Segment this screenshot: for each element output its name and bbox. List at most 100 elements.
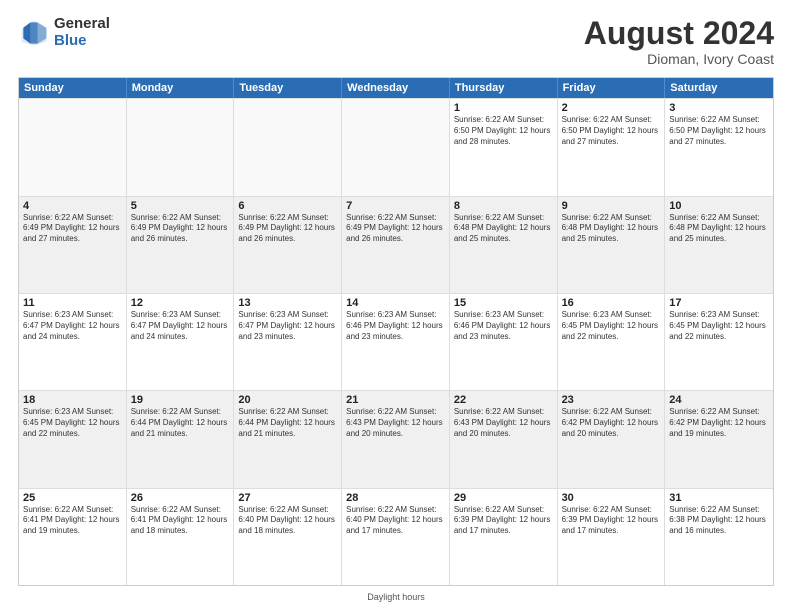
day-number: 10 [669, 200, 769, 212]
calendar-cell: 12Sunrise: 6:23 AM Sunset: 6:47 PM Dayli… [127, 294, 235, 390]
cell-daylight-info: Sunrise: 6:22 AM Sunset: 6:42 PM Dayligh… [562, 407, 661, 439]
cell-daylight-info: Sunrise: 6:22 AM Sunset: 6:39 PM Dayligh… [454, 505, 553, 537]
day-number: 2 [562, 102, 661, 114]
calendar-cell: 25Sunrise: 6:22 AM Sunset: 6:41 PM Dayli… [19, 489, 127, 585]
day-number: 11 [23, 297, 122, 309]
calendar-header: SundayMondayTuesdayWednesdayThursdayFrid… [19, 78, 773, 98]
calendar-cell: 26Sunrise: 6:22 AM Sunset: 6:41 PM Dayli… [127, 489, 235, 585]
cell-daylight-info: Sunrise: 6:23 AM Sunset: 6:47 PM Dayligh… [23, 310, 122, 342]
sub-title: Dioman, Ivory Coast [584, 51, 774, 67]
calendar-cell: 31Sunrise: 6:22 AM Sunset: 6:38 PM Dayli… [665, 489, 773, 585]
calendar-header-day: Sunday [19, 78, 127, 98]
cell-daylight-info: Sunrise: 6:23 AM Sunset: 6:45 PM Dayligh… [23, 407, 122, 439]
cell-daylight-info: Sunrise: 6:22 AM Sunset: 6:38 PM Dayligh… [669, 505, 769, 537]
calendar-cell: 17Sunrise: 6:23 AM Sunset: 6:45 PM Dayli… [665, 294, 773, 390]
calendar-cell: 21Sunrise: 6:22 AM Sunset: 6:43 PM Dayli… [342, 391, 450, 487]
day-number: 27 [238, 492, 337, 504]
day-number: 26 [131, 492, 230, 504]
calendar-row: 4Sunrise: 6:22 AM Sunset: 6:49 PM Daylig… [19, 196, 773, 293]
calendar-body: 1 Sunrise: 6:22 AM Sunset: 6:50 PM Daylig… [19, 98, 773, 585]
cell-daylight-info: Sunrise: 6:22 AM Sunset: 6:49 PM Dayligh… [238, 213, 337, 245]
day-number: 20 [238, 394, 337, 406]
calendar-cell: 13Sunrise: 6:23 AM Sunset: 6:47 PM Dayli… [234, 294, 342, 390]
day-number: 21 [346, 394, 445, 406]
footer-text: Daylight hours [367, 592, 425, 602]
calendar-header-day: Friday [558, 78, 666, 98]
day-number: 16 [562, 297, 661, 309]
day-number: 5 [131, 200, 230, 212]
day-number: 1 [454, 102, 553, 114]
calendar-header-day: Monday [127, 78, 235, 98]
cell-daylight-info: Sunrise: 6:23 AM Sunset: 6:47 PM Dayligh… [131, 310, 230, 342]
day-number: 31 [669, 492, 769, 504]
calendar-row: 11Sunrise: 6:23 AM Sunset: 6:47 PM Dayli… [19, 293, 773, 390]
calendar-cell: 23Sunrise: 6:22 AM Sunset: 6:42 PM Dayli… [558, 391, 666, 487]
cell-daylight-info: Sunrise: 6:22 AM Sunset: 6:44 PM Dayligh… [238, 407, 337, 439]
day-number: 28 [346, 492, 445, 504]
cell-daylight-info: Sunrise: 6:22 AM Sunset: 6:42 PM Dayligh… [669, 407, 769, 439]
calendar-cell [234, 99, 342, 195]
cell-daylight-info: Sunrise: 6:23 AM Sunset: 6:46 PM Dayligh… [346, 310, 445, 342]
cell-daylight-info: Sunrise: 6:22 AM Sunset: 6:41 PM Dayligh… [23, 505, 122, 537]
day-number: 7 [346, 200, 445, 212]
calendar-header-day: Tuesday [234, 78, 342, 98]
calendar-cell: 28Sunrise: 6:22 AM Sunset: 6:40 PM Dayli… [342, 489, 450, 585]
day-number: 17 [669, 297, 769, 309]
calendar-cell: 15Sunrise: 6:23 AM Sunset: 6:46 PM Dayli… [450, 294, 558, 390]
calendar-cell: 4Sunrise: 6:22 AM Sunset: 6:49 PM Daylig… [19, 197, 127, 293]
logo: General Blue [18, 16, 110, 49]
day-number: 22 [454, 394, 553, 406]
day-number: 23 [562, 394, 661, 406]
main-title: August 2024 [584, 16, 774, 51]
cell-daylight-info: Sunrise: 6:23 AM Sunset: 6:47 PM Dayligh… [238, 310, 337, 342]
calendar-cell: 7Sunrise: 6:22 AM Sunset: 6:49 PM Daylig… [342, 197, 450, 293]
calendar-cell: 3Sunrise: 6:22 AM Sunset: 6:50 PM Daylig… [665, 99, 773, 195]
day-number: 18 [23, 394, 122, 406]
calendar-row: 18Sunrise: 6:23 AM Sunset: 6:45 PM Dayli… [19, 390, 773, 487]
cell-daylight-info: Sunrise: 6:22 AM Sunset: 6:49 PM Dayligh… [23, 213, 122, 245]
cell-daylight-info: Sunrise: 6:22 AM Sunset: 6:49 PM Dayligh… [131, 213, 230, 245]
calendar-cell [19, 99, 127, 195]
title-block: August 2024 Dioman, Ivory Coast [584, 16, 774, 67]
cell-daylight-info: Sunrise: 6:22 AM Sunset: 6:40 PM Dayligh… [238, 505, 337, 537]
calendar-cell: 14Sunrise: 6:23 AM Sunset: 6:46 PM Dayli… [342, 294, 450, 390]
calendar-cell: 9Sunrise: 6:22 AM Sunset: 6:48 PM Daylig… [558, 197, 666, 293]
cell-daylight-info: Sunrise: 6:23 AM Sunset: 6:46 PM Dayligh… [454, 310, 553, 342]
day-number: 19 [131, 394, 230, 406]
cell-daylight-info: Sunrise: 6:22 AM Sunset: 6:43 PM Dayligh… [454, 407, 553, 439]
cell-daylight-info: Sunrise: 6:22 AM Sunset: 6:49 PM Dayligh… [346, 213, 445, 245]
calendar-cell: 5Sunrise: 6:22 AM Sunset: 6:49 PM Daylig… [127, 197, 235, 293]
cell-daylight-info: Sunrise: 6:22 AM Sunset: 6:50 PM Dayligh… [669, 115, 769, 147]
calendar-row: 1 Sunrise: 6:22 AM Sunset: 6:50 PM Daylig… [19, 98, 773, 195]
calendar-header-day: Saturday [665, 78, 773, 98]
cell-daylight-info: Sunrise: 6:22 AM Sunset: 6:39 PM Dayligh… [562, 505, 661, 537]
day-number: 12 [131, 297, 230, 309]
page: General Blue August 2024 Dioman, Ivory C… [0, 0, 792, 612]
calendar-cell [127, 99, 235, 195]
calendar-cell: 16Sunrise: 6:23 AM Sunset: 6:45 PM Dayli… [558, 294, 666, 390]
calendar-cell: 22Sunrise: 6:22 AM Sunset: 6:43 PM Dayli… [450, 391, 558, 487]
calendar-cell: 29Sunrise: 6:22 AM Sunset: 6:39 PM Dayli… [450, 489, 558, 585]
day-number: 3 [669, 102, 769, 114]
day-number: 24 [669, 394, 769, 406]
cell-daylight-info: Sunrise: 6:23 AM Sunset: 6:45 PM Dayligh… [669, 310, 769, 342]
day-number: 9 [562, 200, 661, 212]
day-number: 13 [238, 297, 337, 309]
calendar-cell: 2Sunrise: 6:22 AM Sunset: 6:50 PM Daylig… [558, 99, 666, 195]
calendar-cell: 20Sunrise: 6:22 AM Sunset: 6:44 PM Dayli… [234, 391, 342, 487]
calendar-cell: 10Sunrise: 6:22 AM Sunset: 6:48 PM Dayli… [665, 197, 773, 293]
logo-blue-text: Blue [54, 33, 110, 50]
day-number: 6 [238, 200, 337, 212]
day-number: 15 [454, 297, 553, 309]
calendar-cell: 18Sunrise: 6:23 AM Sunset: 6:45 PM Dayli… [19, 391, 127, 487]
cell-daylight-info: Sunrise: 6:23 AM Sunset: 6:45 PM Dayligh… [562, 310, 661, 342]
cell-daylight-info: Sunrise: 6:22 AM Sunset: 6:41 PM Dayligh… [131, 505, 230, 537]
footer: Daylight hours [18, 592, 774, 602]
calendar-cell: 8Sunrise: 6:22 AM Sunset: 6:48 PM Daylig… [450, 197, 558, 293]
logo-general-text: General [54, 16, 110, 33]
day-number: 30 [562, 492, 661, 504]
day-number: 4 [23, 200, 122, 212]
logo-icon [18, 17, 50, 49]
calendar-cell: 6Sunrise: 6:22 AM Sunset: 6:49 PM Daylig… [234, 197, 342, 293]
calendar-header-day: Thursday [450, 78, 558, 98]
